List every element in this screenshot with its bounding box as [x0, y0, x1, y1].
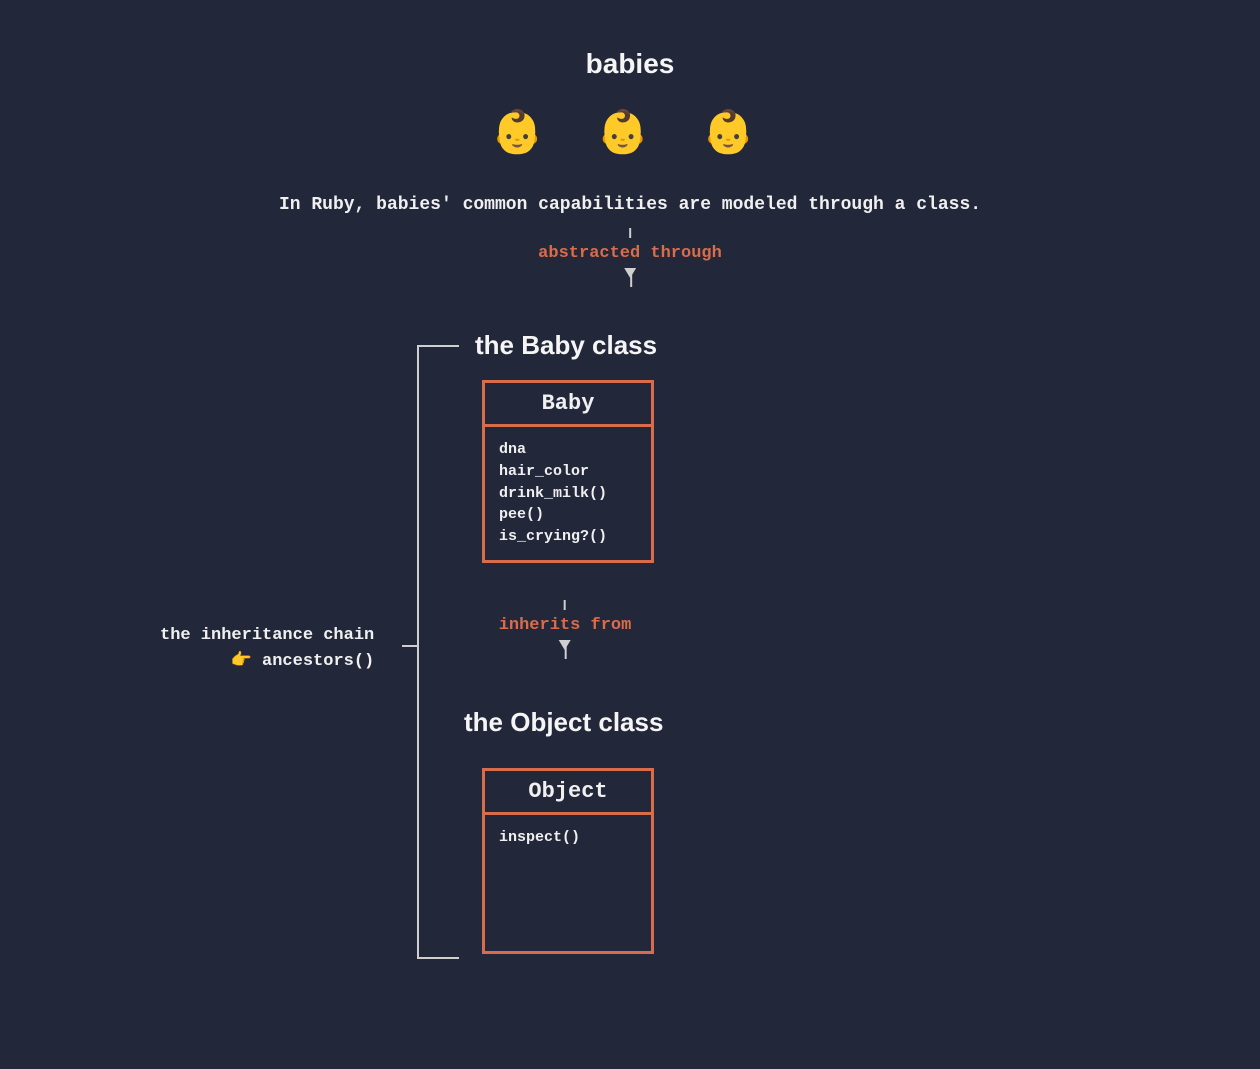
object-class-heading: the Object class: [464, 707, 663, 738]
class-member: is_crying?(): [499, 526, 637, 548]
object-class-box: Object inspect(): [482, 768, 654, 954]
arrow-abstracted: abstracted through: [538, 228, 722, 269]
object-class-name: Object: [485, 771, 651, 815]
baby-emoji-row: 👶 👶 👶: [491, 108, 768, 159]
bracket-connector-icon: [402, 645, 418, 647]
class-member: pee(): [499, 504, 637, 526]
arrow-tick-icon: [564, 600, 566, 610]
class-member: dna: [499, 439, 637, 461]
baby-class-name: Baby: [485, 383, 651, 427]
inheritance-line1: the inheritance chain: [160, 623, 374, 649]
baby-class-heading: the Baby class: [475, 330, 657, 361]
arrow-label: abstracted through: [538, 244, 722, 263]
class-member: hair_color: [499, 461, 637, 483]
arrow-label: inherits from: [499, 616, 632, 635]
pointing-right-icon: 👉: [231, 652, 252, 671]
class-member: drink_milk(): [499, 483, 637, 505]
ancestors-method: ancestors(): [262, 652, 374, 671]
object-class-members: inspect(): [485, 815, 651, 865]
baby-class-members: dna hair_color drink_milk() pee() is_cry…: [485, 427, 651, 560]
arrow-tick-icon: [629, 228, 631, 238]
inheritance-chain-label: the inheritance chain 👉 ancestors(): [160, 623, 374, 674]
page-title: babies: [586, 48, 675, 80]
inheritance-bracket-icon: [417, 345, 459, 959]
description-text: In Ruby, babies' common capabilities are…: [279, 195, 981, 215]
baby-class-box: Baby dna hair_color drink_milk() pee() i…: [482, 380, 654, 563]
class-member: inspect(): [499, 827, 637, 849]
arrow-inherits: inherits from: [499, 600, 632, 641]
